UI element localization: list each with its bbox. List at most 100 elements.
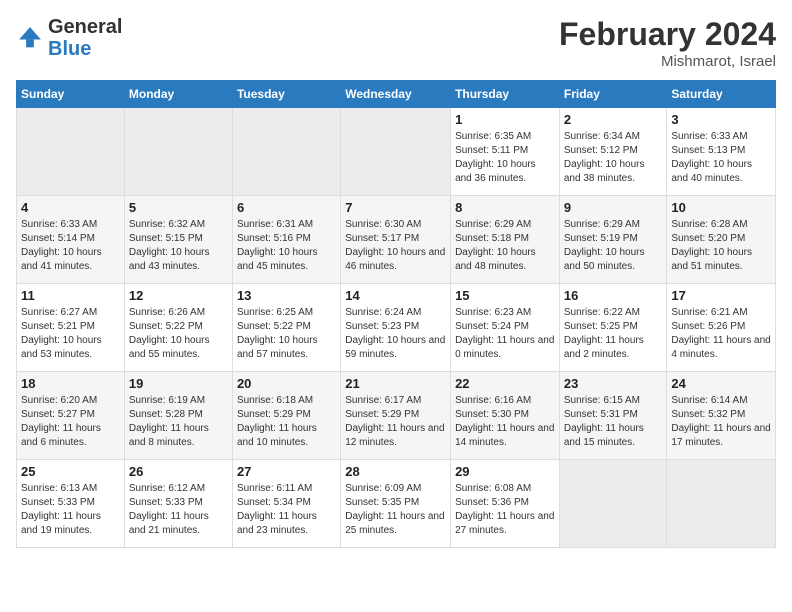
day-info: Sunrise: 6:33 AMSunset: 5:13 PMDaylight:… <box>671 130 771 186</box>
day-number: 28 <box>345 464 446 479</box>
location-text: Mishmarot, Israel <box>559 53 776 70</box>
calendar-cell: 23 Sunrise: 6:15 AMSunset: 5:31 PMDayligh… <box>559 372 667 460</box>
calendar-table: SundayMondayTuesdayWednesdayThursdayFrid… <box>16 80 776 548</box>
calendar-cell: 14 Sunrise: 6:24 AMSunset: 5:23 PMDayligh… <box>341 284 451 372</box>
logo-icon <box>16 24 44 52</box>
calendar-cell: 2 Sunrise: 6:34 AMSunset: 5:12 PMDaylight… <box>559 108 667 196</box>
logo: General Blue <box>16 16 122 60</box>
calendar-cell: 6Sunrise: 6:31 AMSunset: 5:16 PMDaylight… <box>232 196 340 284</box>
day-info: Sunrise: 6:29 AMSunset: 5:19 PMDaylight:… <box>564 218 663 274</box>
day-number: 19 <box>129 376 228 391</box>
day-number: 29 <box>455 464 555 479</box>
day-number: 9 <box>564 200 663 215</box>
calendar-cell: 11 Sunrise: 6:27 AMSunset: 5:21 PMDayligh… <box>17 284 125 372</box>
day-number: 15 <box>455 288 555 303</box>
calendar-cell: 21 Sunrise: 6:17 AMSunset: 5:29 PMDayligh… <box>341 372 451 460</box>
day-number: 24 <box>671 376 771 391</box>
calendar-cell <box>667 460 776 548</box>
day-number: 12 <box>129 288 228 303</box>
day-number: 17 <box>671 288 771 303</box>
page-header: General Blue February 2024 Mishmarot, Is… <box>16 16 776 70</box>
day-number: 6 <box>237 200 336 215</box>
day-info: Sunrise: 6:33 AMSunset: 5:14 PMDaylight:… <box>21 218 120 274</box>
day-number: 25 <box>21 464 120 479</box>
day-number: 10 <box>671 200 771 215</box>
calendar-cell: 19 Sunrise: 6:19 AMSunset: 5:28 PMDayligh… <box>124 372 232 460</box>
day-number: 14 <box>345 288 446 303</box>
day-info: Sunrise: 6:11 AMSunset: 5:34 PMDaylight:… <box>237 482 336 538</box>
calendar-cell: 20 Sunrise: 6:18 AMSunset: 5:29 PMDayligh… <box>232 372 340 460</box>
day-info: Sunrise: 6:24 AMSunset: 5:23 PMDaylight:… <box>345 306 446 362</box>
day-info: Sunrise: 6:20 AMSunset: 5:27 PMDaylight:… <box>21 394 120 450</box>
day-info: Sunrise: 6:19 AMSunset: 5:28 PMDaylight:… <box>129 394 228 450</box>
calendar-cell: 15 Sunrise: 6:23 AMSunset: 5:24 PMDayligh… <box>451 284 560 372</box>
day-info: Sunrise: 6:34 AMSunset: 5:12 PMDaylight:… <box>564 130 663 186</box>
day-number: 13 <box>237 288 336 303</box>
day-info: Sunrise: 6:09 AMSunset: 5:35 PMDaylight:… <box>345 482 446 538</box>
logo-general-text: General <box>48 16 122 38</box>
day-info: Sunrise: 6:16 AMSunset: 5:30 PMDaylight:… <box>455 394 555 450</box>
day-number: 16 <box>564 288 663 303</box>
day-info: Sunrise: 6:27 AMSunset: 5:21 PMDaylight:… <box>21 306 120 362</box>
calendar-cell: 26 Sunrise: 6:12 AMSunset: 5:33 PMDayligh… <box>124 460 232 548</box>
calendar-cell: 17 Sunrise: 6:21 AMSunset: 5:26 PMDayligh… <box>667 284 776 372</box>
calendar-cell: 9 Sunrise: 6:29 AMSunset: 5:19 PMDaylight… <box>559 196 667 284</box>
day-number: 7 <box>345 200 446 215</box>
calendar-cell: 8 Sunrise: 6:29 AMSunset: 5:18 PMDaylight… <box>451 196 560 284</box>
calendar-cell: 7 Sunrise: 6:30 AMSunset: 5:17 PMDaylight… <box>341 196 451 284</box>
calendar-cell: 1 Sunrise: 6:35 AMSunset: 5:11 PMDaylight… <box>451 108 560 196</box>
calendar-cell: 5Sunrise: 6:32 AMSunset: 5:15 PMDaylight… <box>124 196 232 284</box>
week-row: 11 Sunrise: 6:27 AMSunset: 5:21 PMDayligh… <box>17 284 776 372</box>
day-number: 20 <box>237 376 336 391</box>
calendar-cell: 24Sunrise: 6:14 AMSunset: 5:32 PMDayligh… <box>667 372 776 460</box>
month-title: February 2024 <box>559 16 776 53</box>
col-header-sunday: Sunday <box>17 81 125 108</box>
calendar-cell: 4Sunrise: 6:33 AMSunset: 5:14 PMDaylight… <box>17 196 125 284</box>
day-info: Sunrise: 6:28 AMSunset: 5:20 PMDaylight:… <box>671 218 771 274</box>
calendar-cell: 25Sunrise: 6:13 AMSunset: 5:33 PMDayligh… <box>17 460 125 548</box>
week-row: 25Sunrise: 6:13 AMSunset: 5:33 PMDayligh… <box>17 460 776 548</box>
day-number: 23 <box>564 376 663 391</box>
day-number: 26 <box>129 464 228 479</box>
calendar-cell: 10 Sunrise: 6:28 AMSunset: 5:20 PMDayligh… <box>667 196 776 284</box>
day-info: Sunrise: 6:21 AMSunset: 5:26 PMDaylight:… <box>671 306 771 362</box>
day-info: Sunrise: 6:35 AMSunset: 5:11 PMDaylight:… <box>455 130 555 186</box>
calendar-cell: 3Sunrise: 6:33 AMSunset: 5:13 PMDaylight… <box>667 108 776 196</box>
day-info: Sunrise: 6:18 AMSunset: 5:29 PMDaylight:… <box>237 394 336 450</box>
col-header-tuesday: Tuesday <box>232 81 340 108</box>
day-number: 8 <box>455 200 555 215</box>
day-number: 1 <box>455 112 555 127</box>
calendar-cell: 22Sunrise: 6:16 AMSunset: 5:30 PMDayligh… <box>451 372 560 460</box>
calendar-cell <box>124 108 232 196</box>
calendar-cell: 27Sunrise: 6:11 AMSunset: 5:34 PMDayligh… <box>232 460 340 548</box>
week-row: 18 Sunrise: 6:20 AMSunset: 5:27 PMDayligh… <box>17 372 776 460</box>
calendar-header-row: SundayMondayTuesdayWednesdayThursdayFrid… <box>17 81 776 108</box>
day-info: Sunrise: 6:23 AMSunset: 5:24 PMDaylight:… <box>455 306 555 362</box>
calendar-cell: 13 Sunrise: 6:25 AMSunset: 5:22 PMDayligh… <box>232 284 340 372</box>
week-row: 1 Sunrise: 6:35 AMSunset: 5:11 PMDaylight… <box>17 108 776 196</box>
col-header-friday: Friday <box>559 81 667 108</box>
col-header-saturday: Saturday <box>667 81 776 108</box>
day-number: 18 <box>21 376 120 391</box>
day-info: Sunrise: 6:15 AMSunset: 5:31 PMDaylight:… <box>564 394 663 450</box>
day-info: Sunrise: 6:17 AMSunset: 5:29 PMDaylight:… <box>345 394 446 450</box>
col-header-thursday: Thursday <box>451 81 560 108</box>
day-info: Sunrise: 6:22 AMSunset: 5:25 PMDaylight:… <box>564 306 663 362</box>
day-number: 11 <box>21 288 120 303</box>
calendar-cell: 12Sunrise: 6:26 AMSunset: 5:22 PMDayligh… <box>124 284 232 372</box>
calendar-cell: 29Sunrise: 6:08 AMSunset: 5:36 PMDayligh… <box>451 460 560 548</box>
day-info: Sunrise: 6:30 AMSunset: 5:17 PMDaylight:… <box>345 218 446 274</box>
day-number: 21 <box>345 376 446 391</box>
week-row: 4Sunrise: 6:33 AMSunset: 5:14 PMDaylight… <box>17 196 776 284</box>
col-header-monday: Monday <box>124 81 232 108</box>
col-header-wednesday: Wednesday <box>341 81 451 108</box>
day-info: Sunrise: 6:12 AMSunset: 5:33 PMDaylight:… <box>129 482 228 538</box>
day-number: 2 <box>564 112 663 127</box>
day-info: Sunrise: 6:29 AMSunset: 5:18 PMDaylight:… <box>455 218 555 274</box>
logo-blue-text: Blue <box>48 38 91 60</box>
day-info: Sunrise: 6:25 AMSunset: 5:22 PMDaylight:… <box>237 306 336 362</box>
day-info: Sunrise: 6:32 AMSunset: 5:15 PMDaylight:… <box>129 218 228 274</box>
calendar-cell <box>232 108 340 196</box>
calendar-cell: 18 Sunrise: 6:20 AMSunset: 5:27 PMDayligh… <box>17 372 125 460</box>
calendar-cell <box>341 108 451 196</box>
